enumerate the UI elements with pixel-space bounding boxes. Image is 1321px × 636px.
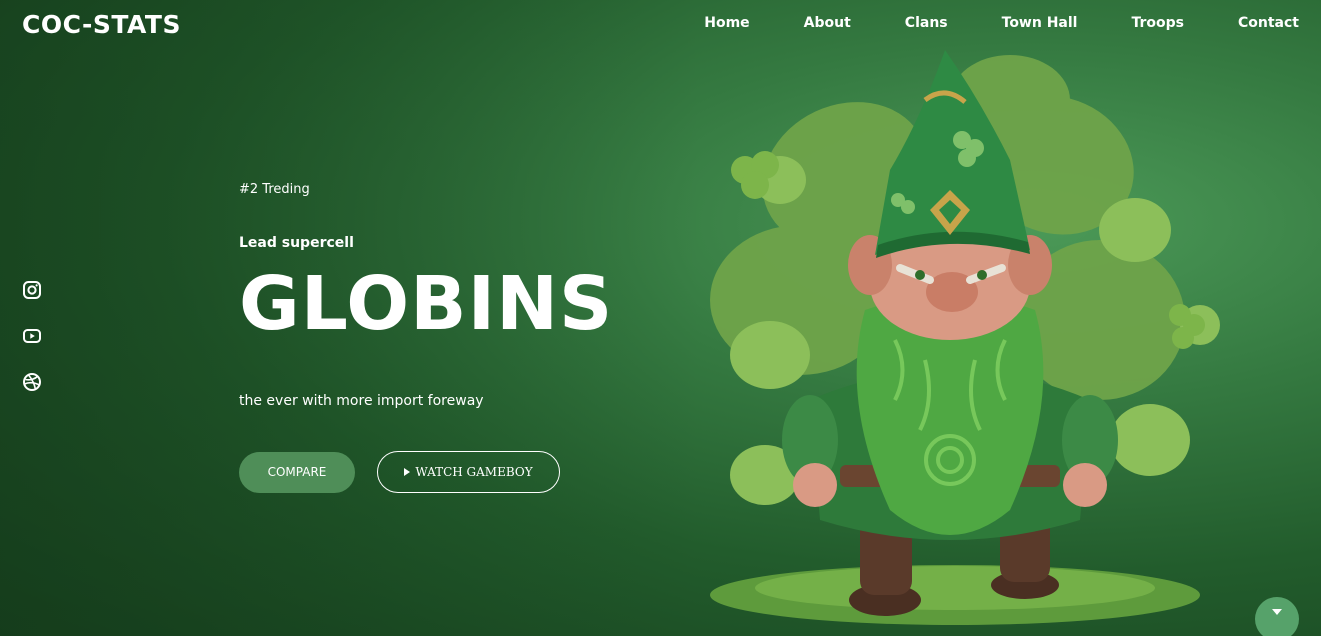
social-links [22,280,42,418]
watch-gameboy-button[interactable]: WATCH GAMEBOY [377,451,560,493]
dribbble-icon[interactable] [22,372,42,392]
nav-contact[interactable]: Contact [1238,15,1299,31]
site-logo[interactable]: COC-STATS [22,10,181,39]
trend-label: #2 Treding [239,182,310,197]
nav-town-hall[interactable]: Town Hall [1002,15,1078,31]
nav-troops[interactable]: Troops [1131,15,1184,31]
play-icon [404,468,411,476]
youtube-icon[interactable] [22,326,42,346]
watch-gameboy-label: WATCH GAMEBOY [415,465,533,479]
hero-section: #2 Treding Lead supercell GLOBINS the ev… [239,182,679,493]
nav-home[interactable]: Home [704,15,749,31]
main-nav: Home About Clans Town Hall Troops Contac… [650,15,1299,31]
compare-button[interactable]: COMPARE [239,451,355,493]
scroll-down-button[interactable] [1255,597,1299,636]
gnome-illustration [680,40,1220,636]
nav-about[interactable]: About [804,15,851,31]
hero-buttons: COMPARE WATCH GAMEBOY [239,451,679,493]
nav-clans[interactable]: Clans [905,15,948,31]
hero-tagline: the ever with more import foreway [239,393,484,409]
instagram-icon[interactable] [22,280,42,300]
hero-headline: GLOBINS [239,261,614,347]
chevron-down-icon [1272,609,1282,615]
lead-text: Lead supercell [239,235,354,251]
